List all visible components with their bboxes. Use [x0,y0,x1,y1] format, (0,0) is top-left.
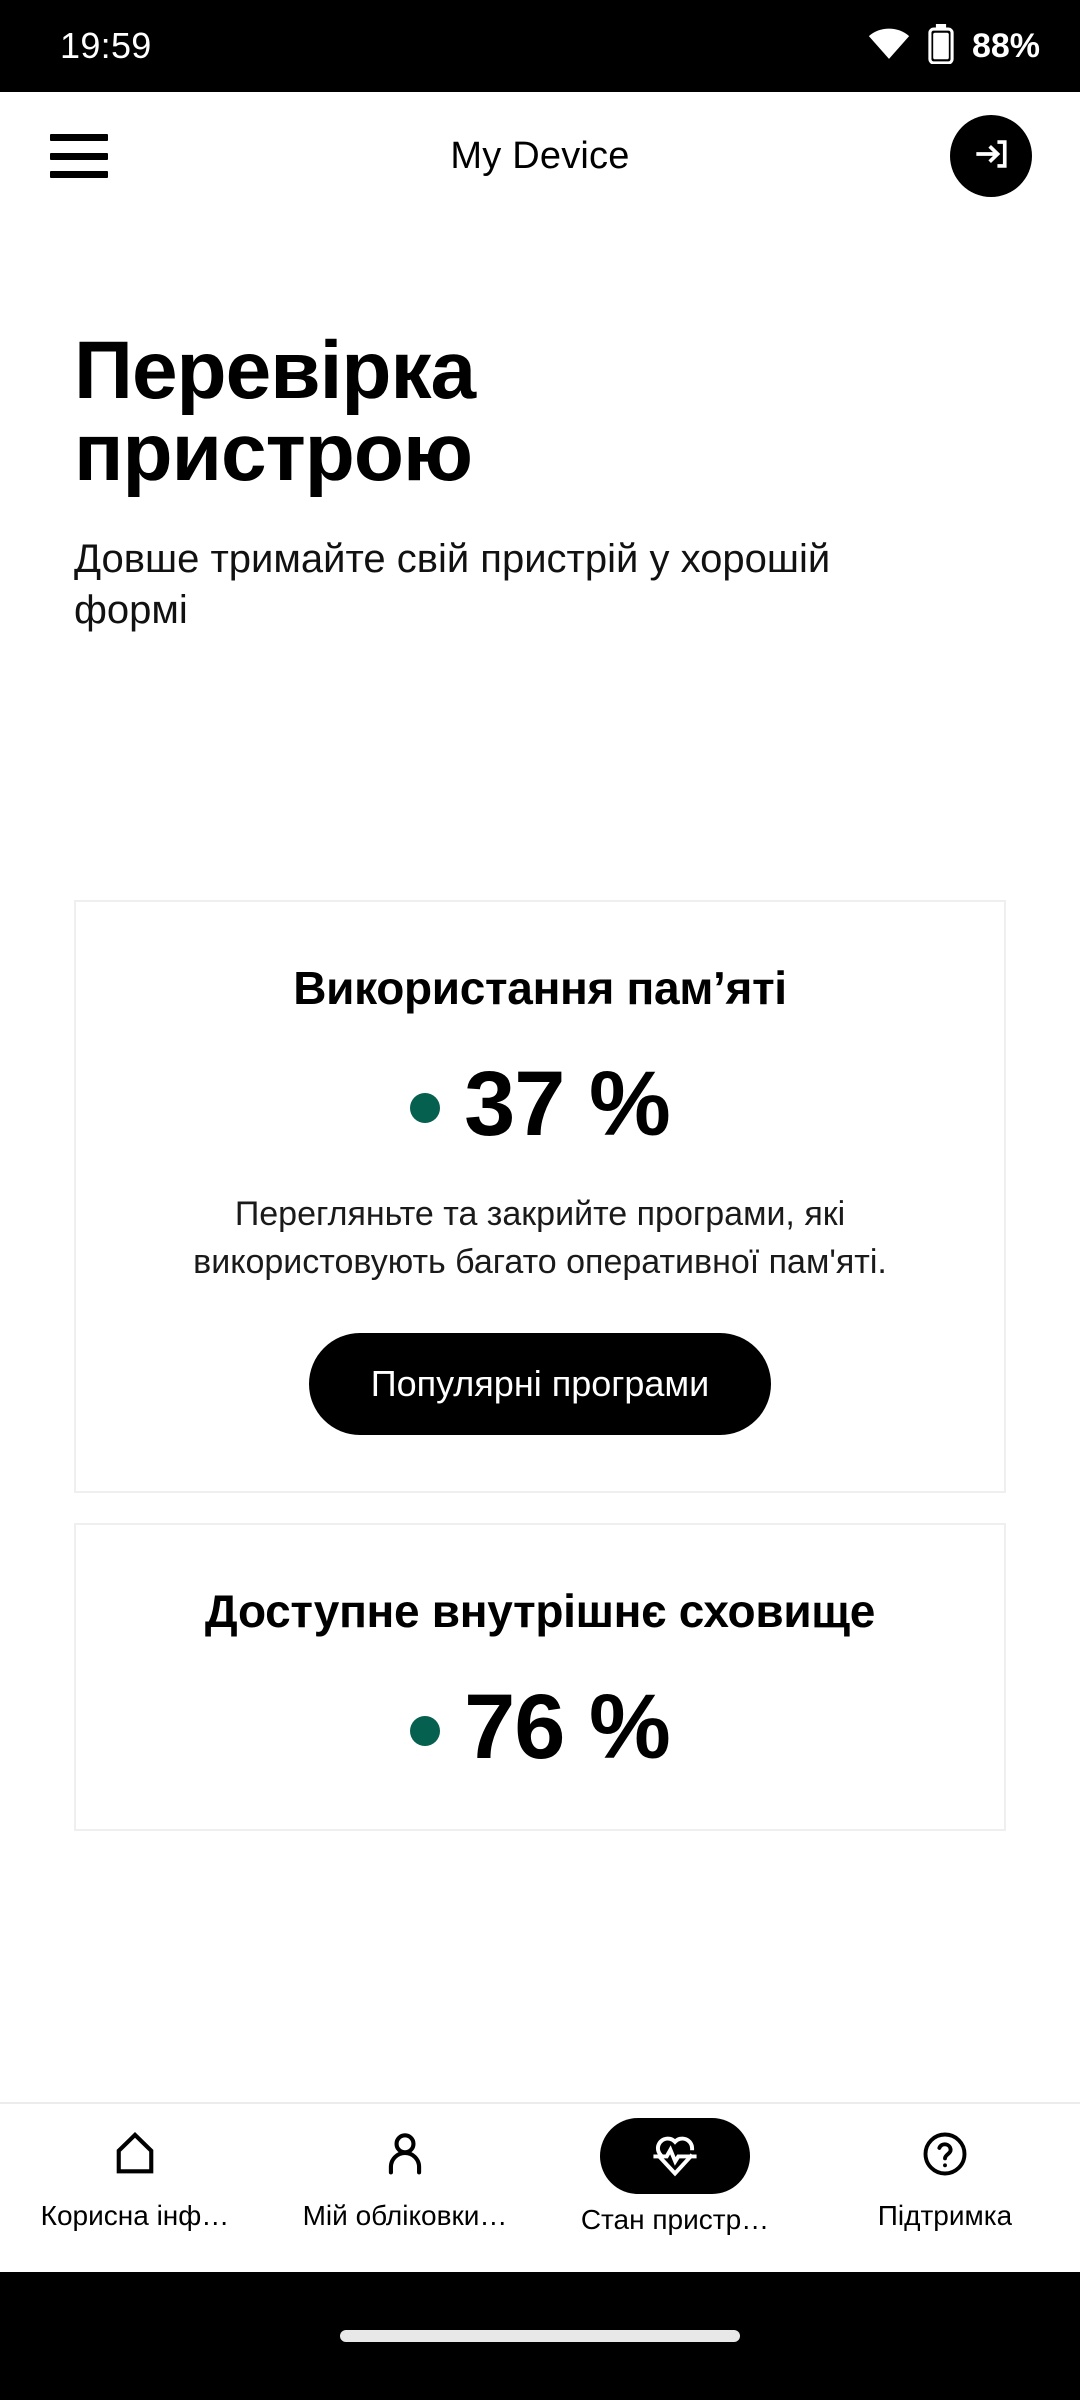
wifi-icon [868,28,910,65]
app-bar: My Device [0,92,1080,220]
home-icon [85,2118,185,2190]
person-icon [355,2118,455,2190]
card-metric: 37 % [128,1058,952,1150]
status-bar: 19:59 88% [0,0,1080,92]
nav-item-support[interactable]: Підтримка [810,2118,1080,2232]
card-title: Доступне внутрішнє сховище [204,1584,876,1637]
nav-item-useful-info[interactable]: Корисна інф… [0,2118,270,2232]
metric-value: 37 % [464,1053,671,1156]
hero-title: Перевірка пристрою [74,325,476,498]
nav-label: Мій обліковки… [302,2200,508,2231]
status-bar-clock: 19:59 [60,25,152,66]
hero-section: Перевірка пристрою Довше тримайте свій п… [74,330,974,636]
page-title: My Device [450,134,630,177]
nav-item-my-account[interactable]: Мій обліковки… [270,2118,540,2232]
card-title: Використання пам’яті [293,962,787,1014]
battery-icon [928,23,954,69]
status-bar-indicators: 88% [868,23,1040,69]
nav-label: Стан пристр… [580,2204,770,2235]
nav-label: Корисна інф… [40,2200,230,2231]
status-dot [410,1715,441,1746]
question-circle-icon [895,2118,995,2190]
bottom-navigation: Корисна інф… Мій обліковки… Стан пристр… [0,2102,1080,2272]
hero-subtitle: Довше тримайте свій пристрій у хорошій ф… [74,537,831,633]
login-arrow-icon [969,132,1013,181]
card-metric: 76 % [128,1681,952,1773]
metric-value: 76 % [464,1675,671,1778]
nav-item-device-health[interactable]: Стан пристр… [540,2118,810,2236]
gesture-navigation-bar [0,2272,1080,2400]
battery-percentage: 88% [971,26,1040,65]
popular-apps-button[interactable]: Популярні програми [308,1332,772,1435]
cards-scroll-area[interactable]: Використання пам’яті 37 % Перегляньте та… [0,900,1080,2142]
internal-storage-card: Доступне внутрішнє сховище 76 % [74,1522,1006,1831]
nav-label: Підтримка [877,2200,1013,2231]
memory-usage-card: Використання пам’яті 37 % Перегляньте та… [74,900,1006,1493]
home-indicator[interactable] [340,2330,740,2342]
phone-screen: 19:59 88% My Device Перевірка пристрою Д… [0,0,1080,2400]
heart-pulse-icon [600,2118,750,2194]
card-description: Перегляньте та закрийте програми, які ви… [193,1195,887,1282]
login-button[interactable] [950,115,1032,197]
status-dot [410,1093,441,1124]
